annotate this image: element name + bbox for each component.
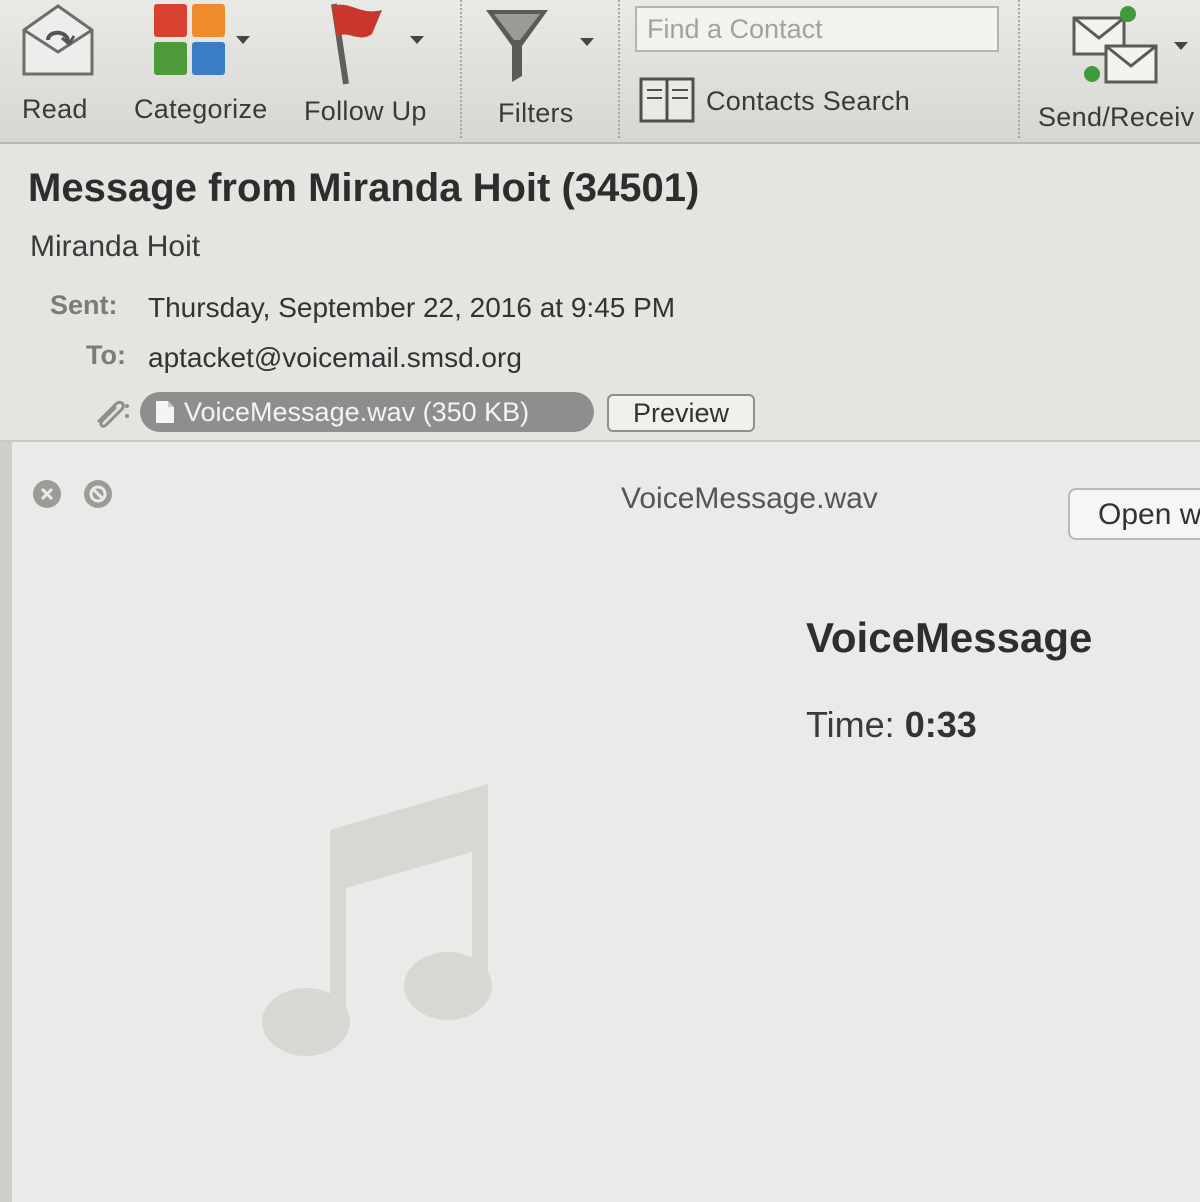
duration-row: Time: 0:33 <box>806 704 977 746</box>
categorize-button[interactable]: Categorize <box>130 0 280 140</box>
funnel-icon <box>486 10 548 82</box>
document-icon <box>156 401 174 423</box>
chevron-down-icon[interactable] <box>1174 42 1188 50</box>
message-subject: Message from Miranda Hoit (34501) <box>28 166 700 210</box>
open-with-button[interactable]: Open w <box>1068 488 1200 540</box>
follow-up-label: Follow Up <box>304 96 427 126</box>
filters-button[interactable]: Filters <box>476 0 606 140</box>
red-flag-icon <box>331 3 382 85</box>
sent-date: Thursday, September 22, 2016 at 9:45 PM <box>148 292 676 323</box>
follow-up-button[interactable]: Follow Up <box>300 0 440 140</box>
ribbon-toolbar: Read Categorize Follow Up Filters Find a… <box>0 0 1200 144</box>
message-sender: Miranda Hoit <box>30 230 201 263</box>
contacts-search-label: Contacts Search <box>706 86 911 116</box>
music-note-icon <box>262 784 492 1056</box>
chevron-down-icon[interactable] <box>410 36 424 44</box>
categorize-label: Categorize <box>134 94 268 124</box>
preview-button[interactable]: Preview <box>607 394 755 432</box>
close-icon[interactable] <box>33 480 61 508</box>
category-grid-icon <box>154 4 225 75</box>
attachment-chip[interactable]: VoiceMessage.wav (350 KB) <box>140 392 594 432</box>
paperclip-icon <box>96 400 129 428</box>
toolbar-divider <box>1018 0 1020 138</box>
send-receive-icon <box>1072 6 1158 84</box>
toolbar-divider <box>618 0 620 138</box>
quicklook-title: VoiceMessage.wav <box>621 482 878 515</box>
duration-value: 0:33 <box>904 704 977 745</box>
find-contact-input[interactable] <box>635 6 999 52</box>
time-label: Time: <box>806 704 895 745</box>
message-header: Message from Miranda Hoit (34501) Mirand… <box>0 144 1200 440</box>
audio-file-name: VoiceMessage <box>806 614 1093 661</box>
read-label: Read <box>22 94 88 124</box>
send-receive-label: Send/Receiv <box>1038 102 1195 132</box>
toolbar-divider <box>460 0 462 138</box>
attachment-name: VoiceMessage.wav (350 KB) <box>184 396 530 427</box>
envelope-read-icon <box>22 4 94 76</box>
address-book-icon <box>639 77 695 123</box>
quicklook-panel: VoiceMessage.wav Open w VoiceMessage Tim… <box>0 440 1200 1202</box>
window-edge <box>0 442 12 1202</box>
chevron-down-icon[interactable] <box>580 38 594 46</box>
contacts-search-button[interactable]: Contacts Search <box>636 74 936 130</box>
stop-icon[interactable] <box>84 480 112 508</box>
send-receive-button[interactable]: Send/Receiv <box>1030 0 1200 140</box>
chevron-down-icon[interactable] <box>236 36 250 44</box>
sent-label: Sent: <box>50 290 118 320</box>
to-label: To: <box>86 340 126 370</box>
read-button[interactable]: Read <box>10 0 106 140</box>
filters-label: Filters <box>498 98 574 128</box>
recipient-address[interactable]: aptacket@voicemail.smsd.org <box>148 342 522 374</box>
